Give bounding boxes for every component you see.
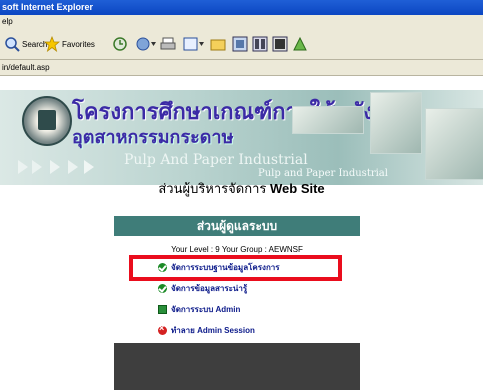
window-title: soft Internet Explorer: [2, 2, 94, 12]
favorites-label: Favorites: [62, 39, 95, 49]
banner-photo: [292, 106, 364, 134]
site-banner: โครงการศึกษาเกณฑ์การใช้พลังงาน อุตสาหกรร…: [0, 90, 483, 185]
highlight-box: [129, 255, 342, 281]
admin-panel-title: ส่วนผู้ดูแลระบบ: [114, 216, 360, 236]
menu-bar[interactable]: elp: [0, 15, 483, 29]
admin-panel: ส่วนผู้ดูแลระบบ Your Level : 9 Your Grou…: [114, 216, 360, 390]
menu-item-label[interactable]: จัดการข้อมูลสาระน่ารู้: [171, 282, 247, 295]
banner-english-title: Pulp And Paper Industrial: [124, 152, 308, 168]
user-level-text: Your Level : 9 Your Group : AEWNSF: [171, 245, 303, 254]
close-icon: [158, 323, 167, 335]
mail-icon[interactable]: [135, 36, 157, 52]
check-icon: [158, 283, 167, 293]
search-icon: [5, 37, 20, 52]
messenger-icon[interactable]: [232, 36, 248, 52]
address-bar[interactable]: in/default.asp: [0, 60, 483, 76]
menu-item-label[interactable]: จัดการระบบ Admin: [171, 303, 240, 316]
tools-icon[interactable]: [292, 36, 308, 52]
banner-thai-subtitle: อุตสาหกรรมกระดาษ: [72, 127, 234, 148]
research-icon[interactable]: [252, 36, 268, 52]
search-button[interactable]: Search: [4, 35, 47, 53]
banner-photo: [425, 108, 483, 180]
menu-help[interactable]: elp: [0, 17, 13, 26]
discuss-icon[interactable]: [272, 36, 288, 52]
window-titlebar: soft Internet Explorer: [0, 0, 483, 15]
menu-item-label[interactable]: ทำลาย Admin Session: [171, 324, 255, 337]
menu-item-destroy-session[interactable]: ทำลาย Admin Session: [158, 323, 255, 337]
menu-item-knowledge[interactable]: จัดการข้อมูลสาระน่ารู้: [158, 281, 247, 295]
page-title-english: Web Site: [270, 181, 325, 196]
address-text[interactable]: in/default.asp: [0, 63, 50, 72]
edit-icon[interactable]: [183, 36, 205, 52]
banner-photo: [370, 92, 422, 154]
folder-icon[interactable]: [210, 36, 226, 52]
star-icon: [44, 36, 60, 52]
toolbar: Search Favorites: [0, 29, 483, 60]
print-icon[interactable]: [160, 36, 176, 52]
history-icon[interactable]: [112, 36, 128, 52]
admin-icon: [158, 304, 167, 314]
banner-arrows-icon: [18, 160, 94, 174]
admin-panel-body: Your Level : 9 Your Group : AEWNSF จัดกา…: [114, 236, 360, 343]
menu-item-admin-system[interactable]: จัดการระบบ Admin: [158, 302, 240, 316]
page-title-thai: ส่วนผู้บริหารจัดการ: [158, 181, 267, 196]
site-logo: [22, 96, 72, 146]
page-title: ส่วนผู้บริหารจัดการ Web Site: [0, 178, 483, 199]
favorites-button[interactable]: Favorites: [44, 35, 95, 53]
page-content: โครงการศึกษาเกณฑ์การใช้พลังงาน อุตสาหกรร…: [0, 76, 483, 390]
